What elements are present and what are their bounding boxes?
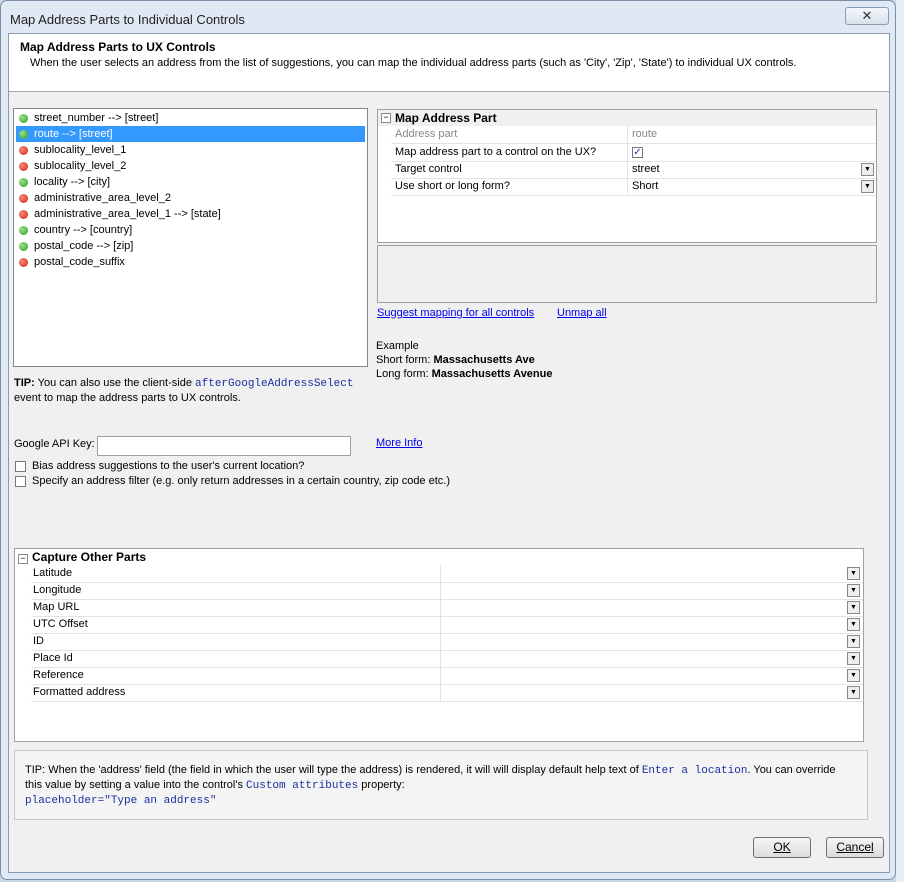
header-title: Map Address Parts to UX Controls xyxy=(20,40,216,54)
ok-button[interactable]: OK xyxy=(753,837,811,858)
map-address-part-grid: − Map Address Part Address part route Ma… xyxy=(377,109,877,243)
capture-row-place-id[interactable]: Place Id ▼ xyxy=(31,650,863,668)
property-description-box xyxy=(377,245,877,303)
list-item[interactable]: locality --> [city] xyxy=(16,174,365,190)
chevron-down-icon[interactable]: ▼ xyxy=(847,669,860,682)
status-green-icon xyxy=(19,178,28,187)
chevron-down-icon[interactable]: ▼ xyxy=(847,567,860,580)
more-info-link[interactable]: More Info xyxy=(376,437,422,449)
grid-row-address-part: Address part route xyxy=(391,126,876,144)
status-red-icon xyxy=(19,162,28,171)
tip-placeholder-text: TIP: When the 'address' field (the field… xyxy=(25,764,836,807)
chevron-down-icon[interactable]: ▼ xyxy=(847,652,860,665)
grid-row-map-to-control: Map address part to a control on the UX?… xyxy=(391,144,876,162)
list-item[interactable]: administrative_area_level_2 xyxy=(16,190,365,206)
grid-section-title: Map Address Part xyxy=(395,111,497,125)
capture-row-latitude[interactable]: Latitude ▼ xyxy=(31,565,863,583)
chevron-down-icon[interactable]: ▼ xyxy=(861,180,874,193)
chevron-down-icon[interactable]: ▼ xyxy=(847,686,860,699)
list-item[interactable]: street_number --> [street] xyxy=(16,110,365,126)
collapse-minus-icon[interactable]: − xyxy=(381,113,391,123)
status-green-icon xyxy=(19,226,28,235)
status-red-icon xyxy=(19,210,28,219)
bias-location-checkbox[interactable] xyxy=(15,461,26,472)
capture-row-formatted-address[interactable]: Formatted address ▼ xyxy=(31,684,863,702)
close-button[interactable]: ✕ xyxy=(845,7,889,25)
capture-heading: Capture Other Parts xyxy=(32,550,147,564)
chevron-down-icon[interactable]: ▼ xyxy=(847,618,860,631)
list-item[interactable]: postal_code_suffix xyxy=(16,254,365,270)
collapse-minus-icon[interactable]: − xyxy=(18,554,28,564)
list-item[interactable]: country --> [country] xyxy=(16,222,365,238)
bias-location-label: Bias address suggestions to the user's c… xyxy=(32,460,305,472)
api-key-label: Google API Key: xyxy=(14,438,95,450)
chevron-down-icon[interactable]: ▼ xyxy=(847,584,860,597)
list-item[interactable]: sublocality_level_2 xyxy=(16,158,365,174)
cancel-button[interactable]: Cancel xyxy=(826,837,884,858)
address-filter-label: Specify an address filter (e.g. only ret… xyxy=(32,475,450,487)
grid-row-target-control[interactable]: Target control street ▼ xyxy=(391,161,876,179)
unmap-all-link[interactable]: Unmap all xyxy=(557,307,607,319)
api-key-input[interactable] xyxy=(97,436,351,456)
capture-other-parts-grid: − Capture Other Parts Latitude ▼ Longitud… xyxy=(14,548,864,742)
chevron-down-icon[interactable]: ▼ xyxy=(847,601,860,614)
suggest-mapping-link[interactable]: Suggest mapping for all controls xyxy=(377,307,534,319)
chevron-down-icon[interactable]: ▼ xyxy=(861,163,874,176)
window-title: Map Address Parts to Individual Controls xyxy=(10,12,245,27)
background-window-strip xyxy=(896,0,904,882)
status-red-icon xyxy=(19,146,28,155)
tip-client-side-event: TIP: You can also use the client-side af… xyxy=(14,377,354,404)
grid-section-header: − Map Address Part xyxy=(378,110,876,126)
grid-row-form[interactable]: Use short or long form? Short ▼ xyxy=(391,178,876,196)
address-parts-list[interactable]: street_number --> [street] route --> [st… xyxy=(13,108,368,367)
status-red-icon xyxy=(19,194,28,203)
map-to-control-checkbox[interactable]: ✓ xyxy=(632,147,643,158)
header-description: When the user selects an address from th… xyxy=(30,57,797,69)
list-item[interactable]: administrative_area_level_1 --> [state] xyxy=(16,206,365,222)
chevron-down-icon[interactable]: ▼ xyxy=(847,635,860,648)
status-green-icon xyxy=(19,242,28,251)
capture-row-map-url[interactable]: Map URL ▼ xyxy=(31,599,863,617)
capture-row-longitude[interactable]: Longitude ▼ xyxy=(31,582,863,600)
list-item-selected[interactable]: route --> [street] xyxy=(16,126,365,142)
tip-placeholder-box: TIP: When the 'address' field (the field… xyxy=(14,750,868,820)
status-red-icon xyxy=(19,258,28,267)
status-green-icon xyxy=(19,130,28,139)
capture-row-id[interactable]: ID ▼ xyxy=(31,633,863,651)
status-green-icon xyxy=(19,114,28,123)
capture-row-utc-offset[interactable]: UTC Offset ▼ xyxy=(31,616,863,634)
list-item[interactable]: postal_code --> [zip] xyxy=(16,238,365,254)
address-filter-checkbox[interactable] xyxy=(15,476,26,487)
list-item[interactable]: sublocality_level_1 xyxy=(16,142,365,158)
capture-row-reference[interactable]: Reference ▼ xyxy=(31,667,863,685)
example-block: Example Short form: Massachusetts Ave Lo… xyxy=(376,340,553,380)
